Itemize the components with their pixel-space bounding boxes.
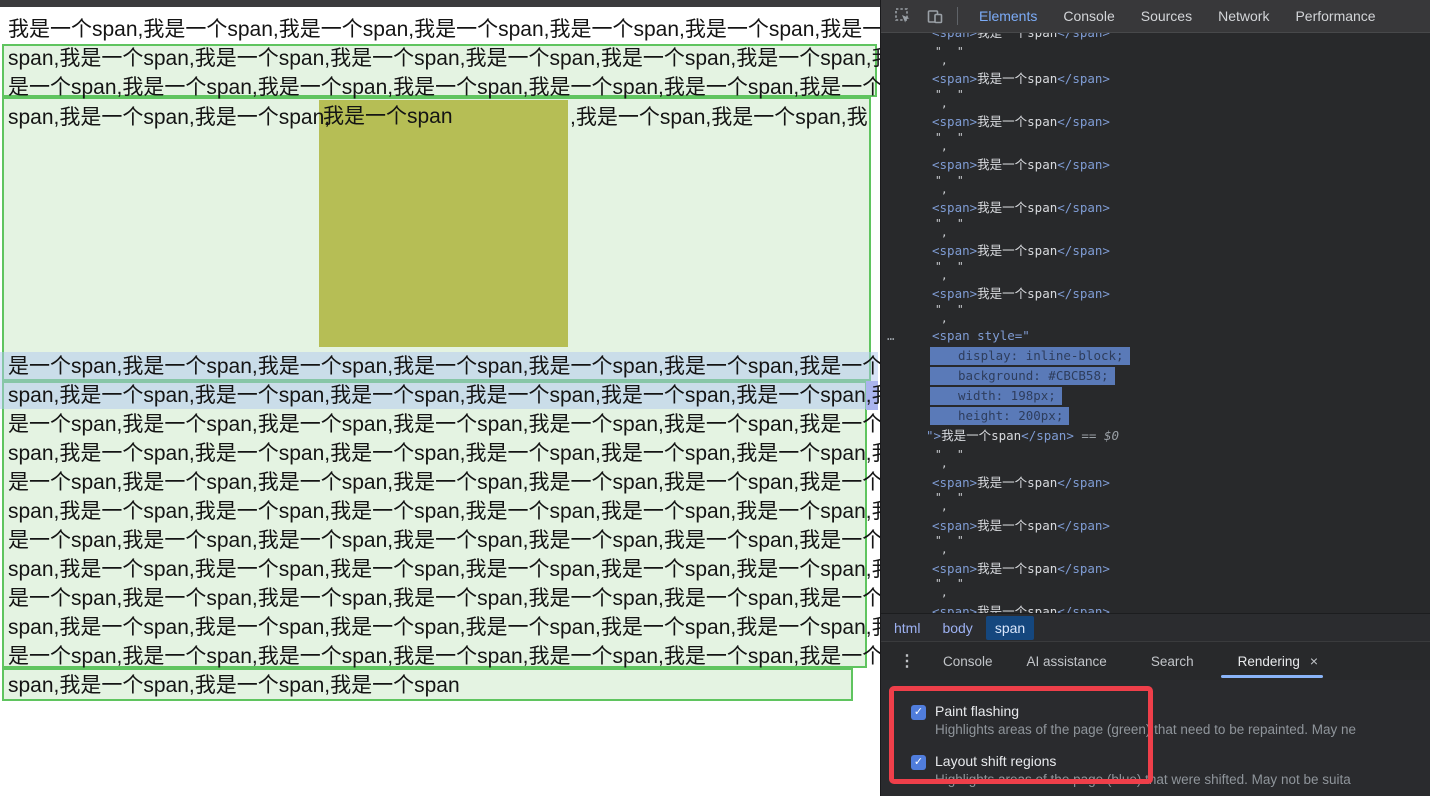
inline-block-span-label: 我是一个span — [323, 102, 453, 131]
page-text-line: 是一个span,我是一个span,我是一个span,我是一个span,我是一个s… — [8, 642, 880, 671]
page-text-line: span,我是一个span,我是一个span,我是一个span,我是一个span… — [8, 439, 880, 468]
tab-elements[interactable]: Elements — [979, 8, 1037, 24]
page-text-line: 是一个span,我是一个span,我是一个span,我是一个span,我是一个s… — [8, 584, 880, 613]
tab-performance[interactable]: Performance — [1295, 8, 1375, 24]
page-text-line: 是一个span,我是一个span,我是一个span,我是一个span,我是一个s… — [8, 526, 880, 555]
dom-node-span[interactable]: <span>我是一个span</span> — [932, 472, 1110, 493]
page-text-line: 是一个span,我是一个span,我是一个span,我是一个span,我是一个s… — [8, 468, 880, 497]
style-prop: width: 198px; — [930, 387, 1062, 405]
toolbar-separator — [957, 7, 958, 25]
page-text-line: 是一个span,我是一个span,我是一个span,我是一个span,我是一个s… — [8, 73, 880, 102]
devtools-panel: Elements Console Sources Network Perform… — [880, 0, 1430, 796]
page-text-line: span,我是一个span,我是一个span,我是一个span,我是一个span… — [8, 381, 880, 410]
breadcrumb-body[interactable]: body — [933, 616, 981, 640]
page-text-line: 我是一个span,我是一个span,我是一个span,我是一个span,我是一个… — [8, 15, 880, 44]
drawer-tab-rendering[interactable]: Rendering — [1238, 654, 1300, 669]
dom-node-span[interactable]: <span>我是一个span</span> — [932, 515, 1110, 536]
tab-network[interactable]: Network — [1218, 8, 1269, 24]
inspect-icon[interactable] — [893, 6, 913, 26]
page-text-line: span,我是一个span,我是一个span,我是一个span,我是一个span… — [8, 613, 880, 642]
dom-node-span[interactable]: <span>我是一个span</span> — [932, 558, 1110, 579]
page-text-line: span,我是一个span,我是一个span,我是一个span,我是一个span… — [8, 555, 880, 584]
web-page-viewport: 我是一个span,我是一个span,我是一个span,我是一个span,我是一个… — [0, 0, 880, 796]
inline-block-span — [319, 100, 568, 347]
close-icon[interactable]: × — [1310, 653, 1318, 669]
elements-tree: <span>我是一个span</span>"",<span>我是一个span</… — [881, 32, 1430, 613]
device-toolbar-icon[interactable] — [925, 6, 945, 26]
drawer-tab-search[interactable]: Search — [1151, 654, 1194, 669]
dom-node-span[interactable]: <span>我是一个span</span> — [932, 111, 1110, 132]
dom-node-span[interactable]: <span>我是一个span</span> — [932, 68, 1110, 89]
dom-node-span[interactable]: <span>我是一个span</span> — [932, 154, 1110, 175]
active-tab-underline — [1221, 675, 1323, 678]
annotation-red-box — [889, 686, 1153, 784]
selected-element[interactable]: … <span style=" display: inline-block; b… — [881, 326, 1430, 446]
page-text-line: 是一个span,我是一个span,我是一个span,我是一个span,我是一个s… — [8, 410, 880, 439]
page-top-strip — [0, 0, 880, 7]
page-text-line: ,我是一个span,我是一个span,我 — [570, 103, 868, 132]
screenshot-root: 我是一个span,我是一个span,我是一个span,我是一个span,我是一个… — [0, 0, 1430, 796]
page-text-line: span,我是一个span,我是一个span,我是一个span,我是一个span… — [8, 497, 880, 526]
page-text-line: span,我是一个span,我是一个span, — [8, 103, 330, 132]
page-text-line: 是一个span,我是一个span,我是一个span,我是一个span,我是一个s… — [8, 352, 880, 381]
dollar-zero-hint: == $0 — [1081, 428, 1119, 443]
tab-sources[interactable]: Sources — [1141, 8, 1192, 24]
page-text-line: span,我是一个span,我是一个span,我是一个span,我是一个span… — [8, 44, 880, 73]
drawer-menu-icon[interactable]: ⋮ — [899, 651, 915, 671]
selected-close-line: ">我是一个span</span> == $0 — [926, 426, 1119, 446]
breadcrumb: html body span — [881, 613, 1430, 642]
style-prop: height: 200px; — [930, 407, 1069, 425]
drawer-tab-ai-assistance[interactable]: AI assistance — [1027, 654, 1107, 669]
style-prop: display: inline-block; — [930, 347, 1130, 365]
dom-node-span[interactable]: <span>我是一个span</span> — [932, 240, 1110, 261]
page-text-line: span,我是一个span,我是一个span,我是一个span — [8, 671, 460, 700]
drawer-tab-console[interactable]: Console — [943, 654, 993, 669]
devtools-toolbar: Elements Console Sources Network Perform… — [881, 0, 1430, 33]
selected-open-tag: <span style=" — [932, 326, 1030, 346]
dom-node-span[interactable]: <span>我是一个span</span> — [932, 197, 1110, 218]
dom-node-span[interactable]: <span>我是一个span</span> — [932, 283, 1110, 304]
breadcrumb-html[interactable]: html — [885, 616, 929, 640]
drawer-tab-bar: ⋮ Console AI assistance Search Rendering… — [881, 641, 1430, 680]
style-prop: background: #CBCB58; — [930, 367, 1115, 385]
breadcrumb-span[interactable]: span — [986, 616, 1034, 640]
tab-console[interactable]: Console — [1063, 8, 1114, 24]
more-actions-icon[interactable]: … — [887, 326, 896, 346]
